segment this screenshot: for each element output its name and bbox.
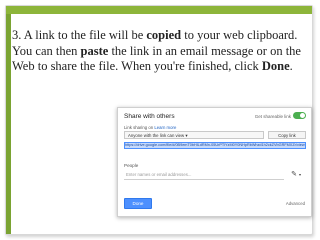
instruction-bold-paste: paste [80, 43, 109, 58]
dialog-title: Share with others [124, 113, 175, 120]
link-sharing-status: Link sharing on Learn more [124, 125, 176, 130]
people-input[interactable]: Enter names or email addresses... [124, 170, 284, 180]
pencil-icon[interactable]: ✎ [290, 171, 298, 179]
accent-strip [6, 14, 11, 234]
share-dialog: Share with others Get shareable link Lin… [117, 107, 312, 217]
learn-more-link[interactable]: Learn more [154, 125, 176, 130]
copy-link-button[interactable]: Copy link [268, 131, 306, 139]
get-shareable-link-label[interactable]: Get shareable link [255, 114, 291, 119]
advanced-link[interactable]: Advanced [286, 201, 305, 206]
share-link-field[interactable]: https://drive.google.com/file/d/0B9emT0b… [124, 142, 306, 149]
instruction-suffix: . [289, 59, 293, 73]
instruction-bold-copied: copied [146, 28, 182, 42]
people-label: People [124, 163, 139, 168]
link-sharing-label: Link sharing on [124, 125, 154, 130]
instruction-text: 3. A link to the file will be copied to … [12, 28, 307, 75]
share-link-url: https://drive.google.com/file/d/0B9emT0b… [125, 143, 305, 148]
chevron-down-icon[interactable]: ▾ [299, 171, 301, 179]
link-sharing-toggle[interactable] [293, 112, 306, 119]
instruction-bold-done: Done [261, 59, 290, 73]
instruction-prefix: 3. A link to the file will be [12, 28, 147, 42]
access-level-select[interactable]: Anyone with the link can view ▾ [124, 131, 264, 139]
done-button[interactable]: Done [124, 198, 152, 209]
accent-bar [6, 6, 312, 14]
